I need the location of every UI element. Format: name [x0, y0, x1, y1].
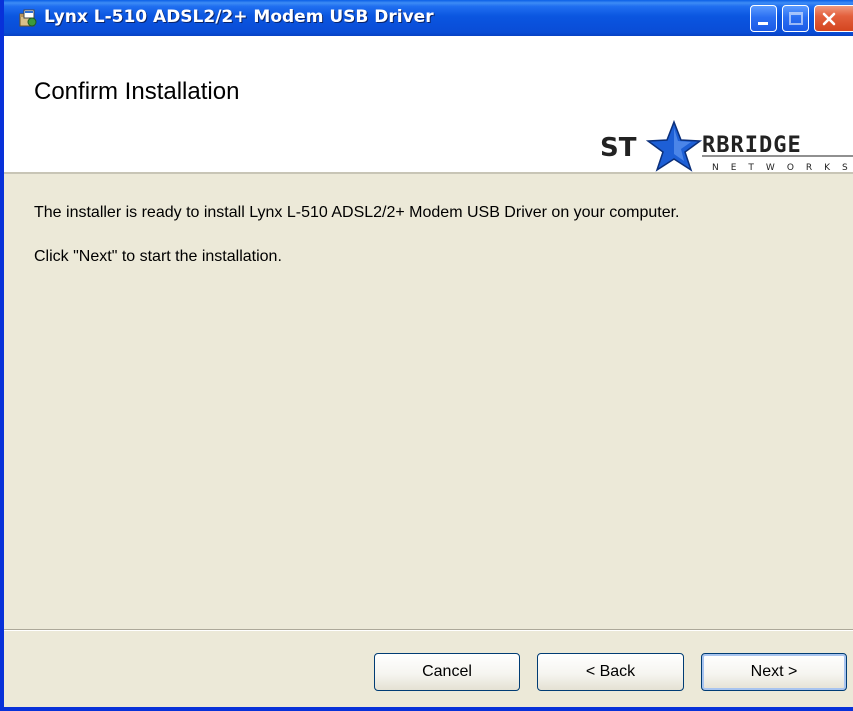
cancel-button[interactable]: Cancel	[374, 653, 520, 691]
page-title: Confirm Installation	[34, 78, 240, 105]
back-button[interactable]: < Back	[537, 653, 684, 691]
installer-window: Lynx L-510 ADSL2/2+ Modem USB Driver Con…	[0, 0, 853, 711]
title-bar[interactable]: Lynx L-510 ADSL2/2+ Modem USB Driver	[4, 0, 853, 36]
minimize-button[interactable]	[750, 5, 777, 32]
svg-text:NETWORKS: NETWORKS	[712, 163, 853, 173]
starbridge-networks-logo: ST RBRIDGE NETWORKS	[594, 114, 853, 174]
window-title: Lynx L-510 ADSL2/2+ Modem USB Driver	[44, 7, 434, 27]
next-instruction: Click "Next" to start the installation.	[34, 248, 282, 265]
header-banner: Confirm Installation ST RBRIDGE NETWORKS	[4, 36, 853, 174]
button-bar: Cancel < Back Next >	[4, 629, 853, 707]
minimize-icon	[758, 22, 768, 25]
next-button[interactable]: Next >	[701, 653, 847, 691]
svg-text:ST: ST	[600, 133, 637, 163]
svg-text:RBRIDGE: RBRIDGE	[702, 133, 802, 158]
maximize-button	[782, 5, 809, 32]
ready-message: The installer is ready to install Lynx L…	[34, 204, 680, 221]
content-area: The installer is ready to install Lynx L…	[4, 174, 853, 629]
installer-package-icon	[18, 8, 38, 28]
maximize-icon	[789, 12, 803, 25]
close-icon	[822, 12, 836, 26]
close-button[interactable]	[814, 5, 853, 32]
